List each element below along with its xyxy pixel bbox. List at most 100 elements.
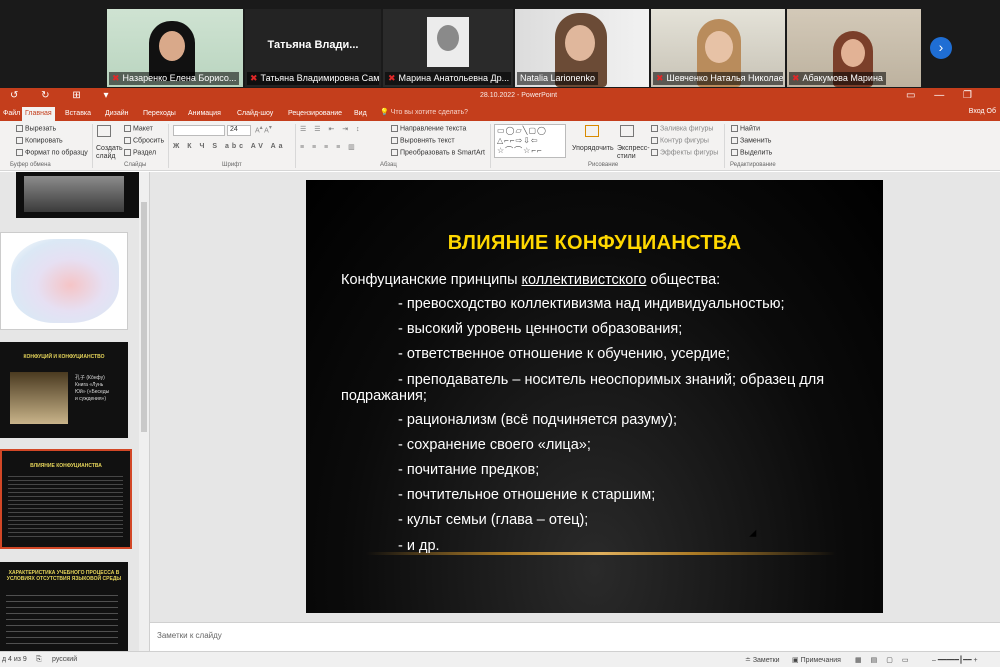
person-face bbox=[705, 31, 733, 63]
muted-mic-icon: ✖ bbox=[250, 73, 258, 83]
scrollbar-thumb[interactable] bbox=[141, 202, 147, 432]
thumbnail-slide-map[interactable] bbox=[0, 232, 128, 330]
replace-icon bbox=[731, 137, 738, 144]
ribbon-tabs: Файл Главная Вставка Дизайн Переходы Ани… bbox=[0, 105, 1000, 121]
tab-animations[interactable]: Анимация bbox=[185, 107, 224, 121]
participant-name: ✖ Назаренко Елена Борисо... bbox=[109, 72, 240, 85]
find-button[interactable]: Найти bbox=[731, 125, 760, 132]
tab-transitions[interactable]: Переходы bbox=[140, 107, 179, 121]
brush-icon bbox=[16, 149, 23, 156]
group-photo bbox=[24, 176, 124, 212]
new-slide-icon[interactable] bbox=[97, 125, 113, 137]
thumbnail-title: ВЛИЯНИЕ КОНФУЦИАНСТВА bbox=[30, 463, 102, 469]
participant-tile-5[interactable]: ✖ Шевченко Наталья Николае... bbox=[651, 9, 785, 87]
format-painter-button[interactable]: Формат по образцу bbox=[16, 149, 88, 156]
tab-file[interactable]: Файл bbox=[0, 107, 23, 121]
zoom-slider[interactable]: – ━━━━━┃━━ + bbox=[932, 656, 978, 664]
ribbon-home: Вырезать Копировать Формат по образцу Бу… bbox=[0, 121, 1000, 171]
thumbnail-slide-4[interactable]: ВЛИЯНИЕ КОНФУЦИАНСТВА bbox=[0, 449, 132, 549]
shape-outline-button[interactable]: Контур фигуры bbox=[651, 137, 709, 144]
notes-placeholder: Заметки к слайду bbox=[157, 631, 222, 640]
bullet-4-continuation: подражания; bbox=[341, 388, 427, 404]
bullet-8: - почтительное отношение к старшим; bbox=[398, 487, 656, 503]
font-style-buttons[interactable]: Ж К Ч S abc AV Aa bbox=[173, 143, 286, 150]
reset-button[interactable]: Сбросить bbox=[124, 137, 164, 144]
window-controls[interactable]: ▭ — ❐ bbox=[906, 90, 980, 101]
comment-icon: ▣ bbox=[792, 657, 801, 664]
arrange-button[interactable]: Упорядочить bbox=[572, 145, 614, 152]
thumbnail-slide-2[interactable] bbox=[16, 172, 144, 218]
align-text-button[interactable]: Выровнять текст bbox=[391, 137, 455, 144]
tell-me-search[interactable]: 💡 Что вы хотите сделать? bbox=[380, 108, 468, 116]
spellcheck-icon[interactable]: ⎘ bbox=[36, 656, 42, 664]
comments-toggle-button[interactable]: ▣ Примечания bbox=[792, 656, 841, 664]
participant-tile-6[interactable]: ✖ Абакумова Марина bbox=[787, 9, 921, 87]
slide-counter: д 4 из 9 bbox=[2, 656, 27, 663]
thumbnail-scrollbar[interactable] bbox=[139, 172, 149, 651]
tab-view[interactable]: Вид bbox=[351, 107, 370, 121]
shapes-gallery[interactable]: ▭◯▱╲▢◯ △⌐⌐⇨⇩⇦ ☆⌒⌒☆⌐⌐ bbox=[494, 124, 566, 158]
section-button[interactable]: Раздел bbox=[124, 149, 156, 156]
participant-tile-4[interactable]: Natalia Larionenko bbox=[515, 9, 649, 87]
smartart-button[interactable]: Преобразовать в SmartArt bbox=[391, 149, 485, 156]
list-buttons[interactable]: ☰ ☰ ⇤ ⇥ ↕ bbox=[300, 125, 363, 133]
bullet-10: - и др. bbox=[398, 538, 440, 554]
tab-insert[interactable]: Вставка bbox=[62, 107, 94, 121]
notes-pane[interactable]: Заметки к слайду bbox=[150, 622, 1000, 651]
scissors-icon bbox=[16, 125, 23, 132]
participant-tile-1[interactable]: ✖ Назаренко Елена Борисо... bbox=[107, 9, 243, 87]
thumbnail-slide-3[interactable]: КОНФУЦИЙ И КОНФУЦИАНСТВО 孔子 (Кōнфу) Книг… bbox=[0, 342, 128, 438]
notes-icon: ≐ bbox=[745, 657, 753, 664]
next-page-button[interactable]: › bbox=[930, 37, 952, 59]
participant-tile-3[interactable]: ✖ Марина Анатольевна Др... bbox=[383, 9, 513, 87]
screen: ✖ Назаренко Елена Борисо... Татьяна Влади… bbox=[0, 0, 1000, 667]
participant-tile-2[interactable]: Татьяна Влади... ✖ Татьяна Владимировна С… bbox=[245, 9, 381, 87]
bullet-2: - высокий уровень ценности образования; bbox=[398, 321, 683, 337]
tab-slideshow[interactable]: Слайд-шоу bbox=[234, 107, 276, 121]
layout-icon bbox=[124, 125, 131, 132]
text-direction-button[interactable]: Направление текста bbox=[391, 125, 466, 132]
participant-name: ✖ Татьяна Владимировна Сам... bbox=[247, 72, 379, 85]
bullet-4: - преподаватель – носитель неоспоримых з… bbox=[398, 372, 825, 388]
notes-toggle-button[interactable]: ≐ Заметки bbox=[745, 656, 780, 664]
muted-mic-icon: ✖ bbox=[388, 73, 396, 83]
new-slide-button[interactable]: Создать слайд bbox=[96, 145, 123, 161]
ribbon-separator bbox=[295, 124, 296, 168]
participant-name: ✖ Марина Анатольевна Др... bbox=[385, 72, 511, 85]
arrange-icon[interactable] bbox=[585, 125, 601, 137]
font-size-box[interactable]: 24 bbox=[227, 125, 251, 136]
font-grow-shrink[interactable]: A▴ A▾ bbox=[255, 125, 272, 134]
quick-styles-button[interactable]: Экспресс-стили bbox=[617, 145, 650, 161]
tab-home[interactable]: Главная bbox=[22, 107, 55, 121]
tab-review[interactable]: Рецензирование bbox=[285, 107, 345, 121]
replace-button[interactable]: Заменить bbox=[731, 137, 771, 144]
thumbnail-title: КОНФУЦИЙ И КОНФУЦИАНСТВО bbox=[23, 354, 105, 360]
cut-button[interactable]: Вырезать bbox=[16, 125, 56, 132]
muted-mic-icon: ✖ bbox=[656, 73, 664, 83]
sign-in-area[interactable]: Вход Об bbox=[969, 108, 996, 115]
view-buttons[interactable]: ▦▤▢▭ bbox=[855, 656, 917, 664]
lightbulb-icon: 💡 bbox=[380, 109, 389, 116]
slide-intro: Конфуцианские принципы коллективистского… bbox=[341, 272, 721, 288]
search-icon bbox=[731, 125, 738, 132]
current-slide[interactable]: ВЛИЯНИЕ КОНФУЦИАНСТВА Конфуцианские прин… bbox=[306, 180, 883, 613]
layout-button[interactable]: Макет bbox=[124, 125, 153, 132]
align-buttons[interactable]: ≡ ≡ ≡ ≡ ▥ bbox=[300, 143, 358, 151]
shape-effects-button[interactable]: Эффекты фигуры bbox=[651, 149, 718, 156]
person-face bbox=[159, 31, 185, 61]
shape-fill-button[interactable]: Заливка фигуры bbox=[651, 125, 713, 132]
language-indicator[interactable]: русский bbox=[52, 656, 77, 663]
copy-button[interactable]: Копировать bbox=[16, 137, 63, 144]
tab-design[interactable]: Дизайн bbox=[102, 107, 132, 121]
ribbon-separator bbox=[490, 124, 491, 168]
reset-icon bbox=[124, 137, 131, 144]
quick-styles-icon[interactable] bbox=[620, 125, 636, 137]
select-button[interactable]: Выделить bbox=[731, 149, 772, 156]
quick-access-toolbar[interactable]: ↺ ↻ ⊞ ▾ bbox=[10, 90, 119, 101]
participant-name: Natalia Larionenko bbox=[517, 72, 599, 85]
group-label-font: Шрифт bbox=[222, 162, 242, 168]
text-direction-icon bbox=[391, 125, 398, 132]
font-name-box[interactable] bbox=[173, 125, 225, 136]
thumbnail-slide-5[interactable]: ХАРАКТЕРИСТИКА УЧЕБНОГО ПРОЦЕССА В УСЛОВ… bbox=[0, 562, 128, 651]
pen-icon bbox=[651, 137, 658, 144]
